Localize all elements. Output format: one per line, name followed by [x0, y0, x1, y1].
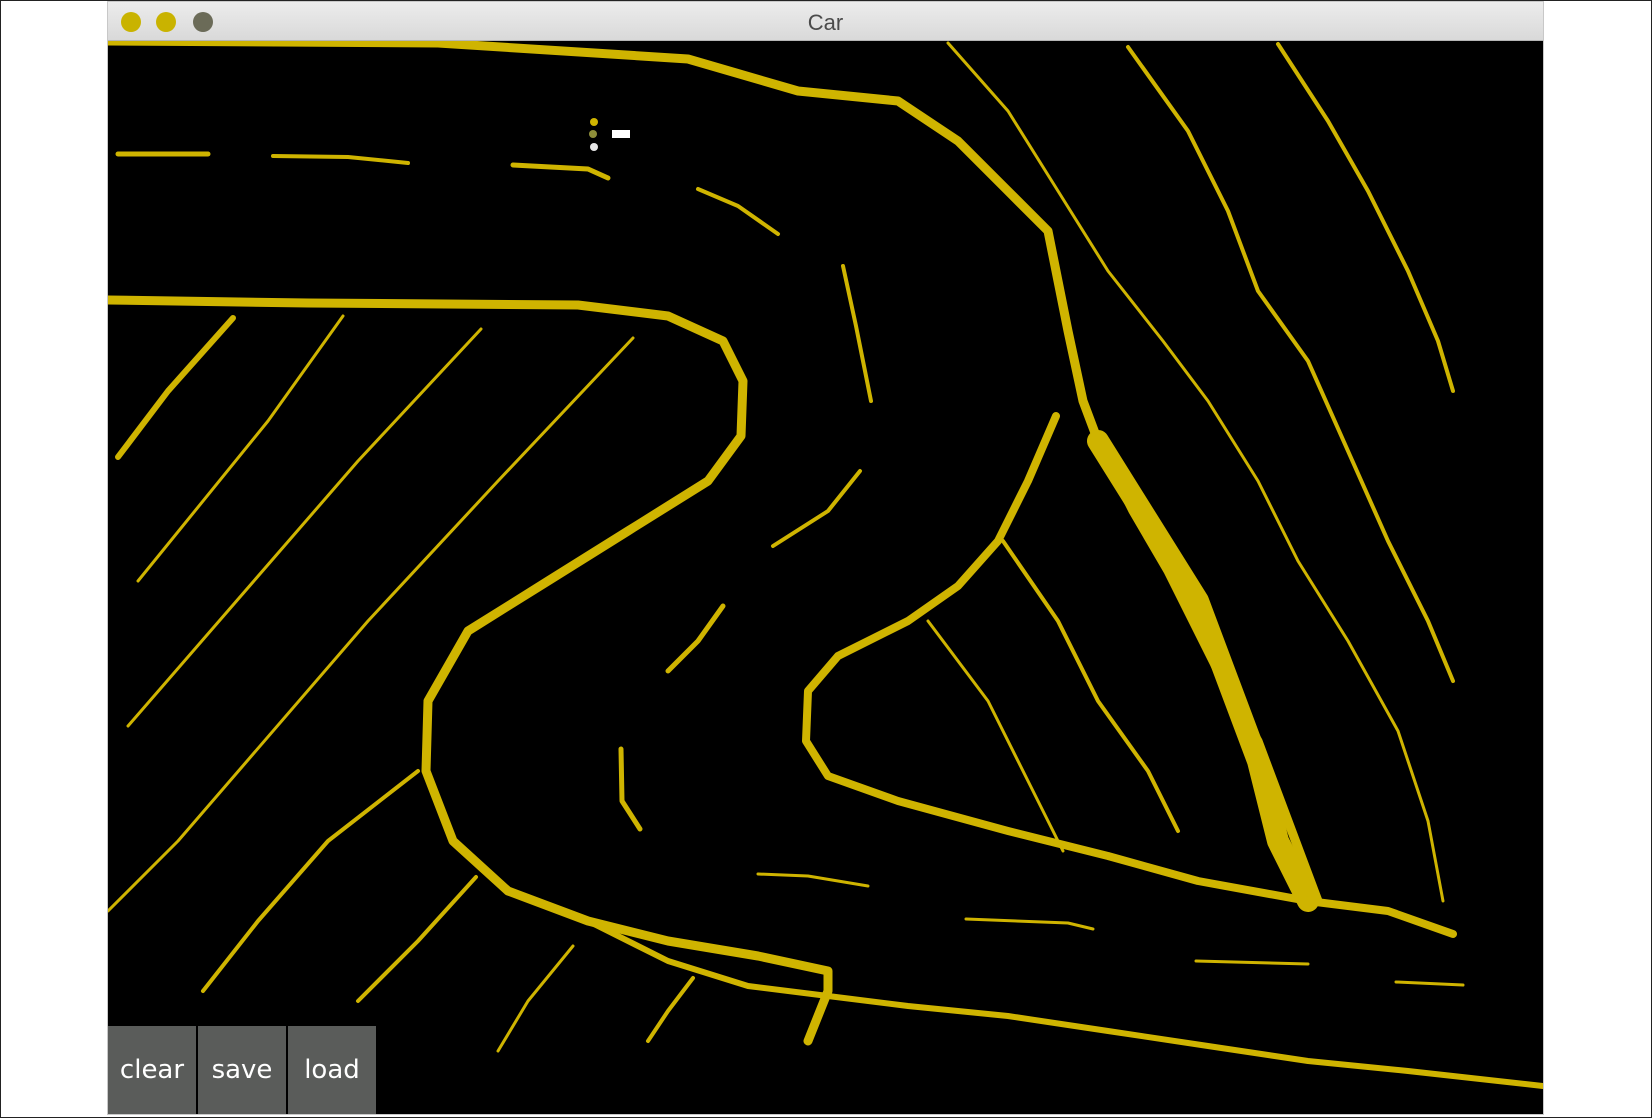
load-button[interactable]: load [288, 1026, 376, 1114]
sand-stroke [136, 314, 345, 583]
sensor-2 [589, 130, 597, 138]
sand-stroke [665, 603, 726, 674]
sand-stroke [771, 469, 862, 548]
drawing-canvas[interactable]: clear save load [108, 41, 1543, 1114]
sand-stroke [696, 187, 780, 236]
app-window: Car clear save load [108, 2, 1543, 1114]
title-bar[interactable]: Car [108, 2, 1543, 41]
window-title: Car [807, 10, 844, 35]
sand-stroke [585, 918, 1543, 1089]
sand-stroke [356, 875, 478, 1003]
sand-stroke [108, 336, 635, 913]
sensor-1 [590, 118, 598, 126]
sand-stroke [510, 162, 611, 181]
sand-stroke [1087, 430, 1319, 912]
sand-stroke [115, 315, 236, 460]
save-button[interactable]: save [198, 1026, 286, 1114]
sand-stroke [1001, 539, 1180, 833]
sand-stroke [108, 295, 833, 1046]
clear-button[interactable]: clear [108, 1026, 196, 1114]
car-body [612, 130, 630, 138]
sand-stroke [646, 976, 695, 1043]
sand-stroke [1276, 42, 1455, 393]
sand-stroke [271, 154, 410, 165]
sand-map [108, 41, 1543, 1089]
sand-stroke [1194, 959, 1310, 966]
sand-stroke [618, 746, 643, 832]
car [589, 118, 630, 151]
sand-stroke [756, 872, 870, 888]
sand-stroke [1394, 980, 1465, 987]
sensor-3 [590, 143, 598, 151]
toolbar: clear save load [108, 1026, 378, 1114]
sand-stroke [201, 769, 420, 993]
sand-lines [108, 41, 1543, 1089]
sand-stroke [964, 917, 1095, 931]
sand-stroke [841, 264, 873, 403]
sand-stroke [496, 944, 575, 1053]
